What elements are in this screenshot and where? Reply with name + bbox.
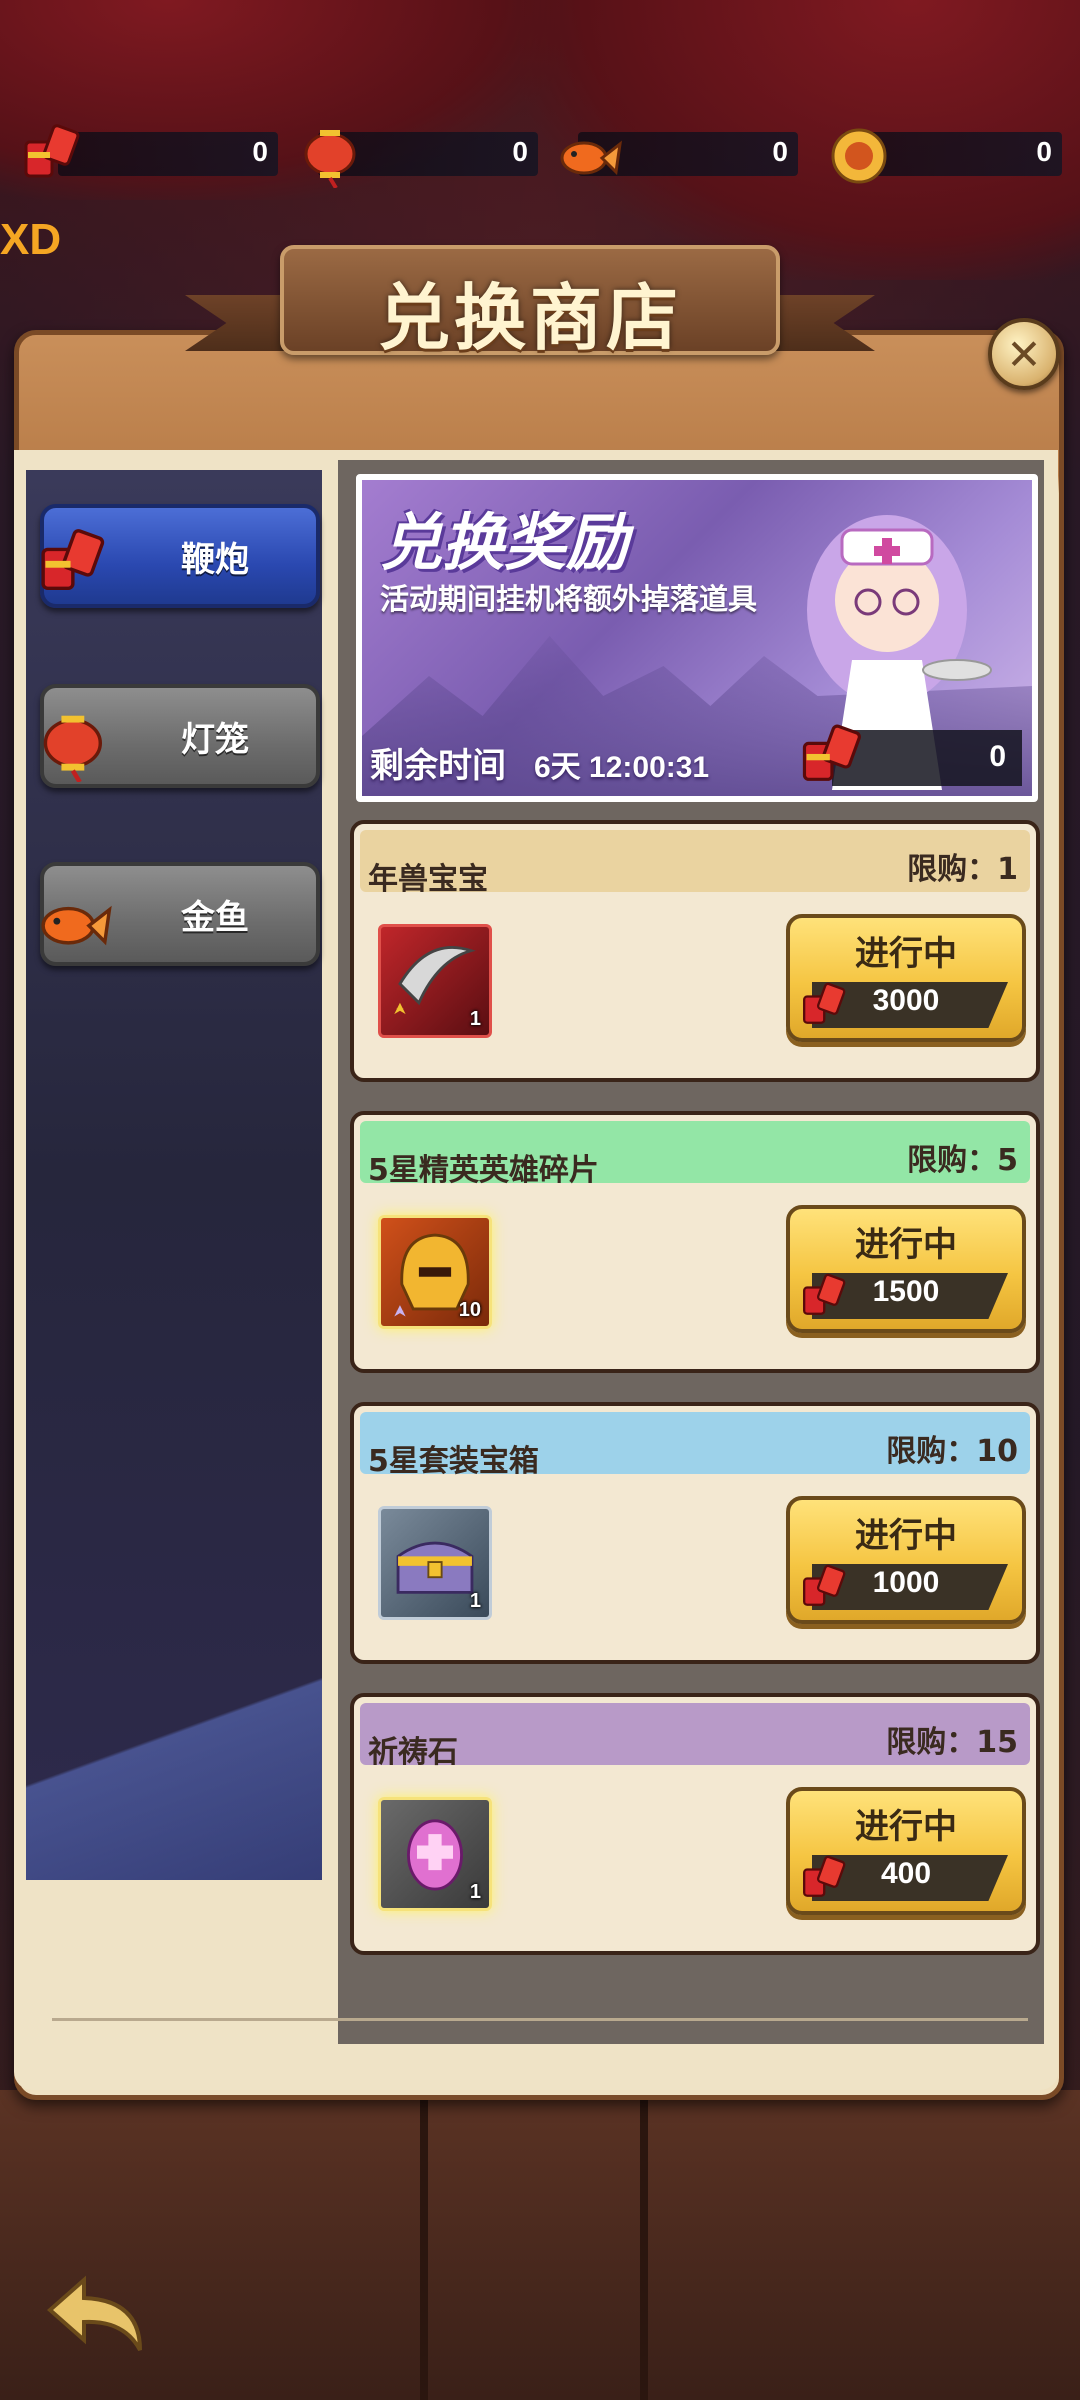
floor-line — [420, 2100, 428, 2400]
purchase-limit: 限购：10 — [886, 1434, 1018, 1469]
card-header: 祈祷石 限购：15 — [360, 1703, 1030, 1770]
item-slot[interactable]: 1 — [378, 1506, 492, 1620]
page-title: 兑换商店 — [377, 275, 682, 360]
item-count: 1 — [469, 1008, 481, 1030]
card-header: 5星精英英雄碎片 限购：5 — [360, 1121, 1030, 1188]
currency-bar: 0 0 0 0 — [18, 112, 1062, 192]
tab-lantern[interactable]: 灯笼 — [40, 684, 320, 788]
currency-firecracker: 0 — [58, 132, 278, 176]
tab-goldfish[interactable]: 金鱼 — [40, 862, 320, 966]
currency-value: 0 — [252, 136, 268, 167]
exchange-button[interactable]: 进行中 3000 — [786, 914, 1026, 1042]
shop-item-card: 5星精英英雄碎片 限购：5 10 进行中 1500 — [350, 1111, 1040, 1373]
goldfish-icon — [41, 905, 112, 946]
item-name: 5星套装宝箱 — [368, 1444, 539, 1479]
shop-item-card: 年兽宝宝 限购：1 1 进行中 3000 — [350, 820, 1040, 1082]
exchange-button[interactable]: 进行中 1500 — [786, 1205, 1026, 1333]
currency-value: 0 — [772, 136, 788, 167]
card-header: 年兽宝宝 限购：1 — [360, 830, 1030, 897]
remaining-time: 6天 12:00:31 — [534, 751, 710, 784]
event-banner: 兑换奖励 活动期间挂机将额外掉落道具 剩余时间 6天 12:00:31 0 — [356, 474, 1038, 802]
item-count: 1 — [469, 1881, 481, 1903]
item-name: 年兽宝宝 — [368, 862, 488, 897]
goldfish-icon — [560, 140, 623, 176]
gold-coin-icon — [831, 128, 887, 184]
floor — [0, 2090, 1080, 2400]
price: 1000 — [872, 1566, 940, 1599]
exchange-button-label: 进行中 — [855, 1807, 957, 1847]
purchase-limit: 限购：15 — [886, 1725, 1018, 1760]
close-button[interactable]: ✕ — [988, 318, 1060, 390]
item-slot[interactable]: 10 — [378, 1215, 492, 1329]
banner-subtitle: 活动期间挂机将额外掉落道具 — [380, 582, 758, 616]
firecracker-icon — [24, 124, 80, 178]
firecracker-icon — [41, 529, 105, 590]
purchase-limit: 限购：5 — [907, 1143, 1018, 1178]
purchase-limit: 限购：1 — [907, 852, 1018, 887]
price: 3000 — [872, 984, 940, 1017]
item-name: 祈祷石 — [368, 1735, 458, 1770]
exchange-button-label: 进行中 — [855, 1225, 957, 1265]
exchange-button[interactable]: 进行中 400 — [786, 1787, 1026, 1915]
item-slot[interactable]: 1 — [378, 924, 492, 1038]
lantern-icon — [43, 715, 102, 782]
tab-label: 金鱼 — [181, 897, 249, 938]
close-icon: ✕ — [1006, 329, 1042, 379]
owned-currency: 0 — [802, 724, 1022, 786]
owned-count: 0 — [989, 740, 1006, 773]
firecracker-icon — [802, 724, 861, 781]
category-sidebar — [26, 470, 322, 1880]
panel-divider — [52, 2018, 1028, 2021]
title-banner: 兑换商店 — [185, 245, 875, 365]
edge-label: XD — [0, 215, 62, 264]
card-header: 5星套装宝箱 限购：10 — [360, 1412, 1030, 1479]
tab-label: 鞭炮 — [181, 539, 249, 580]
tab-label: 灯笼 — [181, 719, 249, 760]
shop-item-card: 祈祷石 限购：15 1 进行中 400 — [350, 1693, 1040, 1955]
price: 400 — [880, 1857, 932, 1890]
floor-line — [640, 2100, 648, 2400]
item-count: 1 — [469, 1590, 481, 1612]
item-slot[interactable]: 1 — [378, 1797, 492, 1911]
exchange-button-label: 进行中 — [855, 934, 957, 974]
tab-firecracker[interactable]: 鞭炮 — [40, 504, 320, 608]
price: 1500 — [872, 1275, 940, 1308]
shop-item-card: 5星套装宝箱 限购：10 1 进行中 1000 — [350, 1402, 1040, 1664]
back-arrow-icon[interactable] — [44, 2270, 154, 2360]
currency-value: 0 — [1036, 136, 1052, 167]
item-name: 5星精英英雄碎片 — [368, 1153, 599, 1188]
banner-title: 兑换奖励 — [380, 506, 629, 579]
exchange-button-label: 进行中 — [855, 1516, 957, 1556]
lantern-icon — [304, 130, 356, 188]
item-count: 10 — [458, 1299, 481, 1321]
exchange-button[interactable]: 进行中 1000 — [786, 1496, 1026, 1624]
remaining-time-label: 剩余时间 — [370, 746, 506, 786]
currency-value: 0 — [512, 136, 528, 167]
